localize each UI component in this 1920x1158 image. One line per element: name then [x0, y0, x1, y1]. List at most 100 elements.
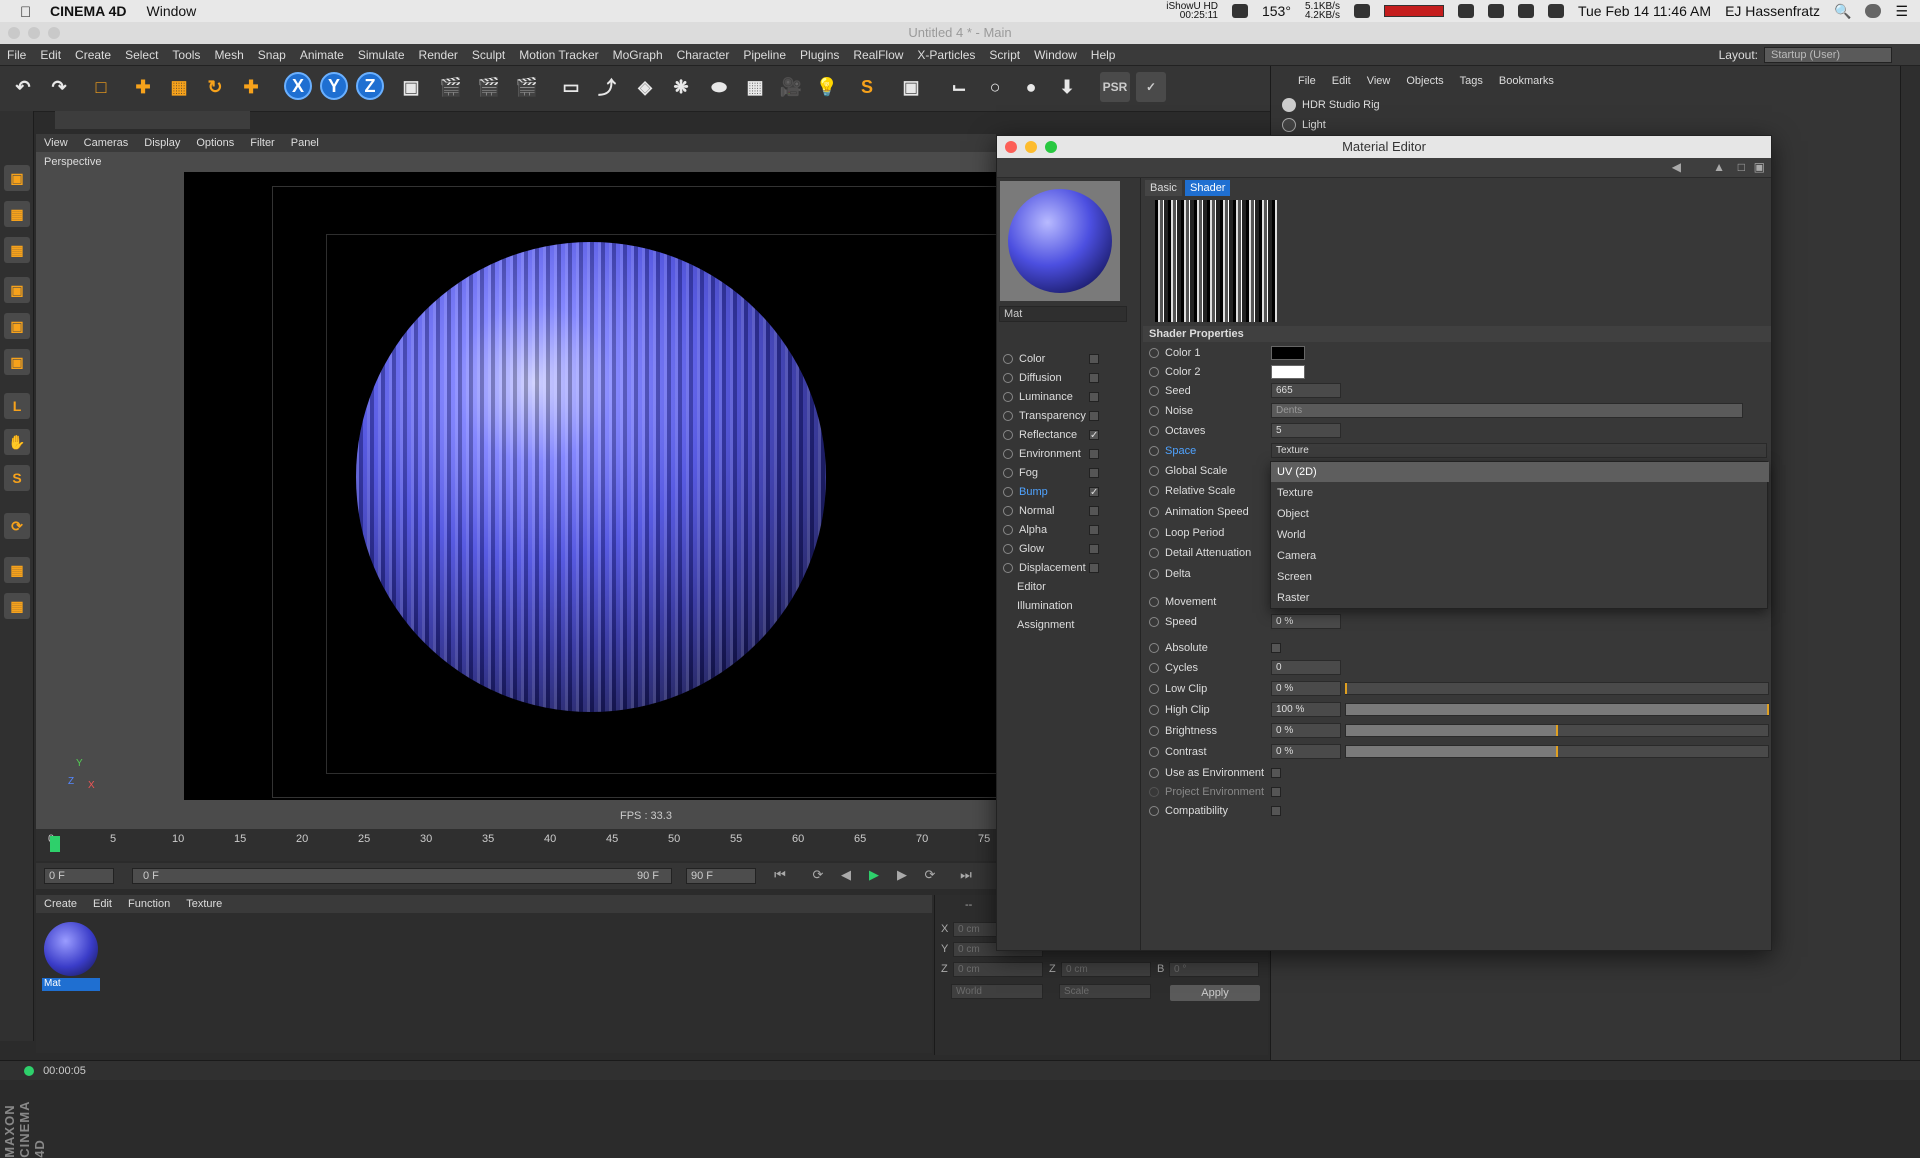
menu-mograph[interactable]: MoGraph	[606, 48, 670, 62]
objmgr-menu-bookmarks[interactable]: Bookmarks	[1491, 75, 1562, 87]
cube-primitive-icon[interactable]: ▭	[556, 72, 586, 102]
keyframe-icon[interactable]	[1149, 406, 1159, 417]
dropbox-icon[interactable]	[1457, 4, 1474, 18]
menu-tools[interactable]: Tools	[165, 48, 207, 62]
channel-checkbox[interactable]	[1089, 392, 1099, 402]
render-to-picture-viewer-icon[interactable]: 🎬	[474, 72, 504, 102]
undo-icon[interactable]: ↶	[8, 72, 38, 102]
wifi-icon[interactable]	[1517, 4, 1534, 18]
space-option-raster[interactable]: Raster	[1271, 588, 1769, 608]
record-icon[interactable]: ⟳	[808, 867, 828, 885]
brightness-handle[interactable]	[1556, 725, 1558, 736]
channel-checkbox[interactable]: ✓	[1089, 430, 1099, 441]
layout-dropdown[interactable]: Startup (User)	[1764, 47, 1892, 63]
low-clip-field[interactable]: 0 %	[1271, 681, 1341, 696]
color1-swatch[interactable]	[1271, 346, 1305, 360]
temperature-readout[interactable]: 153°	[1262, 3, 1291, 19]
volume-icon[interactable]	[1547, 4, 1564, 18]
viewport-menu-filter[interactable]: Filter	[242, 137, 282, 149]
channel-checkbox[interactable]	[1089, 544, 1099, 554]
cloner-icon[interactable]: ❋	[666, 72, 696, 102]
menu-x-particles[interactable]: X-Particles	[910, 48, 982, 62]
channel-environment[interactable]: Environment	[997, 445, 1137, 463]
app-menu[interactable]: CINEMA 4D	[50, 3, 127, 19]
coord-size-z-field[interactable]: 0 cm	[1061, 962, 1151, 977]
keyframe-icon[interactable]	[1149, 466, 1159, 477]
floor-icon[interactable]: ▦	[740, 72, 770, 102]
spotlight-icon[interactable]: 🔍	[1834, 3, 1851, 20]
objmgr-menu-file[interactable]: File	[1290, 75, 1324, 87]
coord-mode-dropdown[interactable]: World	[951, 984, 1043, 999]
high-clip-slider[interactable]	[1345, 703, 1769, 716]
playhead-marker[interactable]	[50, 836, 60, 852]
channel-radio-icon[interactable]	[1003, 392, 1013, 403]
spline-pen-icon[interactable]: ⤴	[592, 72, 622, 102]
coord-z-field[interactable]: 0 cm	[953, 962, 1043, 977]
keyframe-icon[interactable]	[1149, 386, 1159, 397]
space-option-camera[interactable]: Camera	[1271, 546, 1769, 566]
zoom-icon[interactable]	[1045, 141, 1057, 153]
viewport-menu-cameras[interactable]: Cameras	[76, 137, 137, 149]
menu-animate[interactable]: Animate	[293, 48, 351, 62]
matmgr-menu-texture[interactable]: Texture	[178, 898, 230, 910]
last-tool-icon[interactable]: ✚	[236, 72, 266, 102]
keyframe-icon[interactable]	[1149, 348, 1159, 359]
channel-radio-icon[interactable]	[1003, 411, 1013, 422]
contrast-handle[interactable]	[1556, 746, 1558, 757]
render-settings-icon[interactable]: 🎬	[512, 72, 542, 102]
channel-radio-icon[interactable]	[1003, 544, 1013, 555]
viewport-menu-view[interactable]: View	[36, 137, 76, 149]
current-frame-field[interactable]: 0 F	[44, 868, 114, 884]
grid-icon[interactable]: ▦	[4, 557, 30, 583]
polygons-mode-icon[interactable]: ▣	[4, 349, 30, 375]
menu-mesh[interactable]: Mesh	[207, 48, 250, 62]
next-frame-icon[interactable]: ▶	[892, 867, 912, 885]
menu-file[interactable]: File	[0, 48, 33, 62]
channel-checkbox[interactable]	[1089, 563, 1099, 573]
3d-viewport[interactable]: Perspective FPS : 33.3 Y Z X	[36, 152, 996, 829]
menu-simulate[interactable]: Simulate	[351, 48, 412, 62]
end-frame-field[interactable]: 90 F	[686, 868, 756, 884]
model-mode-icon[interactable]: ▣	[4, 165, 30, 191]
previous-frame-icon[interactable]: ◀	[836, 867, 856, 885]
channel-fog[interactable]: Fog	[997, 464, 1137, 482]
keyframe-icon[interactable]	[1149, 486, 1159, 497]
channel-alpha[interactable]: Alpha	[997, 521, 1137, 539]
menu-snap[interactable]: Snap	[251, 48, 293, 62]
channel-radio-icon[interactable]	[1003, 354, 1013, 365]
seed-field[interactable]: 665	[1271, 383, 1341, 398]
download-icon[interactable]: ⬇	[1052, 72, 1082, 102]
user-name[interactable]: EJ Hassenfratz	[1725, 3, 1820, 19]
channel-bump[interactable]: Bump ✓	[997, 483, 1137, 501]
subdivision-surface-icon[interactable]: ◈	[630, 72, 660, 102]
channel-radio-icon[interactable]	[1003, 449, 1013, 460]
menu-help[interactable]: Help	[1084, 48, 1123, 62]
redo-icon[interactable]: ↷	[44, 72, 74, 102]
matmgr-menu-create[interactable]: Create	[36, 898, 85, 910]
axis-workplane-icon[interactable]: ○	[980, 72, 1010, 102]
space-option-texture[interactable]: Texture	[1271, 483, 1769, 503]
siri-icon[interactable]	[1865, 4, 1882, 18]
scale-tool-icon[interactable]: ▦	[164, 72, 194, 102]
channel-checkbox[interactable]	[1089, 411, 1099, 421]
close-window-button[interactable]	[8, 27, 20, 39]
brightness-field[interactable]: 0 %	[1271, 723, 1341, 738]
matmgr-menu-edit[interactable]: Edit	[85, 898, 120, 910]
keyframe-icon[interactable]	[1149, 528, 1159, 539]
plugin-cube-icon[interactable]: ▣	[896, 72, 926, 102]
coordinate-system-icon[interactable]: ▣	[396, 72, 426, 102]
menu-character[interactable]: Character	[670, 48, 737, 62]
keyframe-icon[interactable]	[1149, 787, 1159, 798]
keyframe-icon[interactable]	[1149, 569, 1159, 580]
brightness-slider[interactable]	[1345, 724, 1769, 737]
menu-select[interactable]: Select	[118, 48, 165, 62]
project-environment-checkbox[interactable]	[1271, 787, 1281, 797]
play-icon[interactable]: ▶	[864, 867, 884, 885]
tab-basic[interactable]: Basic	[1145, 180, 1182, 196]
viewport-menu-panel[interactable]: Panel	[283, 137, 327, 149]
channel-radio-icon[interactable]	[1003, 373, 1013, 384]
zoom-window-button[interactable]	[48, 27, 60, 39]
right-tab-strip[interactable]	[1900, 66, 1920, 1060]
live-selection-icon[interactable]: □	[86, 72, 116, 102]
absolute-checkbox[interactable]	[1271, 643, 1281, 653]
